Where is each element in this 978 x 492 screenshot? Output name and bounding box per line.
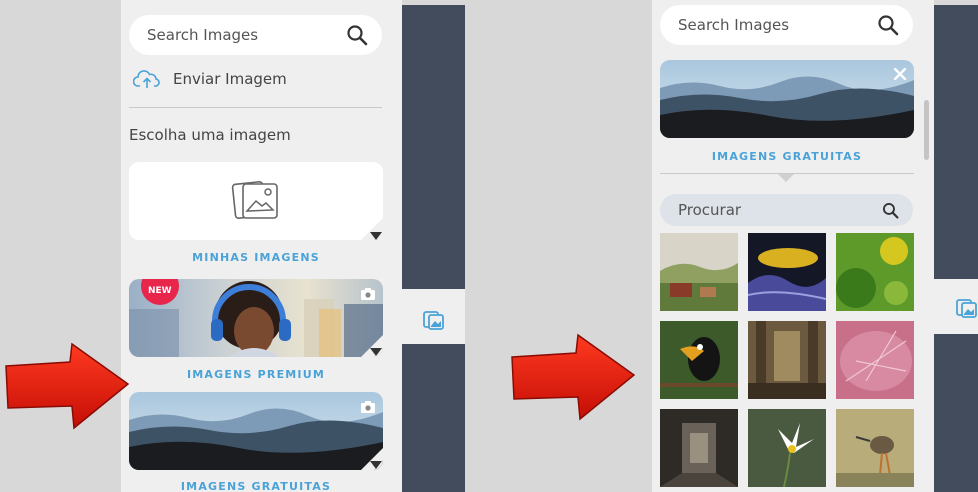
selected-category-label: IMAGENS GRATUITAS — [711, 150, 863, 163]
free-images-card[interactable] — [129, 392, 383, 470]
thumbnail-image[interactable] — [748, 321, 826, 399]
category-label-premium[interactable]: IMAGENS PREMIUM — [129, 368, 383, 381]
thumbnail-image[interactable] — [660, 321, 738, 399]
upload-label: Enviar Imagem — [173, 70, 287, 88]
upload-image-link[interactable]: Enviar Imagem — [133, 68, 287, 90]
close-icon[interactable] — [894, 68, 906, 80]
thumbnail-image[interactable] — [836, 409, 914, 487]
divider — [129, 107, 382, 108]
arrow-right-icon — [5, 342, 130, 430]
images-tab-icon — [423, 311, 444, 330]
left-image-panel: Search Images Enviar Imagem Escolha uma … — [121, 0, 402, 492]
images-tab-icon — [956, 299, 977, 318]
left-sidebar-tab-active[interactable] — [402, 289, 465, 344]
search-input[interactable]: Search Images — [147, 26, 258, 44]
chevron-down-icon[interactable] — [370, 461, 382, 469]
category-label-my-images[interactable]: MINHAS IMAGENS — [129, 251, 383, 264]
image-stack-icon — [231, 181, 278, 219]
search-icon[interactable] — [882, 202, 899, 219]
filter-bar[interactable]: Procurar — [660, 194, 913, 226]
camera-icon — [361, 401, 375, 413]
my-images-card[interactable] — [129, 162, 383, 240]
chevron-down-icon[interactable] — [370, 232, 382, 240]
new-badge-label: NEW — [148, 286, 172, 296]
search-icon[interactable] — [346, 24, 368, 46]
camera-icon — [361, 288, 375, 300]
thumbnail-image[interactable] — [836, 233, 914, 311]
selected-category-banner[interactable] — [660, 60, 914, 138]
thumbnail-image[interactable] — [748, 233, 826, 311]
search-icon[interactable] — [877, 14, 899, 36]
category-label-free[interactable]: IMAGENS GRATUITAS — [129, 480, 383, 492]
right-image-panel: Search Images IMAGENS GRATUITAS Procurar — [652, 0, 934, 492]
choose-image-heading: Escolha uma imagem — [129, 126, 291, 144]
chevron-down-icon[interactable] — [370, 348, 382, 356]
search-bar[interactable]: Search Images — [129, 15, 382, 55]
filter-input[interactable]: Procurar — [678, 201, 741, 219]
left-sidebar-top — [402, 5, 465, 289]
cloud-upload-icon — [133, 70, 160, 88]
free-image-photo — [129, 392, 383, 470]
search-input[interactable]: Search Images — [678, 16, 789, 34]
scrollbar-track[interactable] — [924, 100, 929, 160]
arrow-right-icon — [511, 333, 636, 421]
free-image-photo — [660, 60, 914, 138]
right-sidebar-bottom — [934, 334, 978, 492]
divider-notch — [778, 174, 794, 182]
thumbnail-image[interactable] — [660, 233, 738, 311]
right-sidebar-top — [934, 5, 978, 279]
search-bar[interactable]: Search Images — [660, 5, 913, 45]
thumbnail-image[interactable] — [748, 409, 826, 487]
right-sidebar-tab-active[interactable] — [934, 279, 978, 334]
thumbnail-image[interactable] — [660, 409, 738, 487]
premium-images-card[interactable]: NEW — [129, 279, 383, 357]
thumbnail-image[interactable] — [836, 321, 914, 399]
left-sidebar-bottom — [402, 344, 465, 492]
